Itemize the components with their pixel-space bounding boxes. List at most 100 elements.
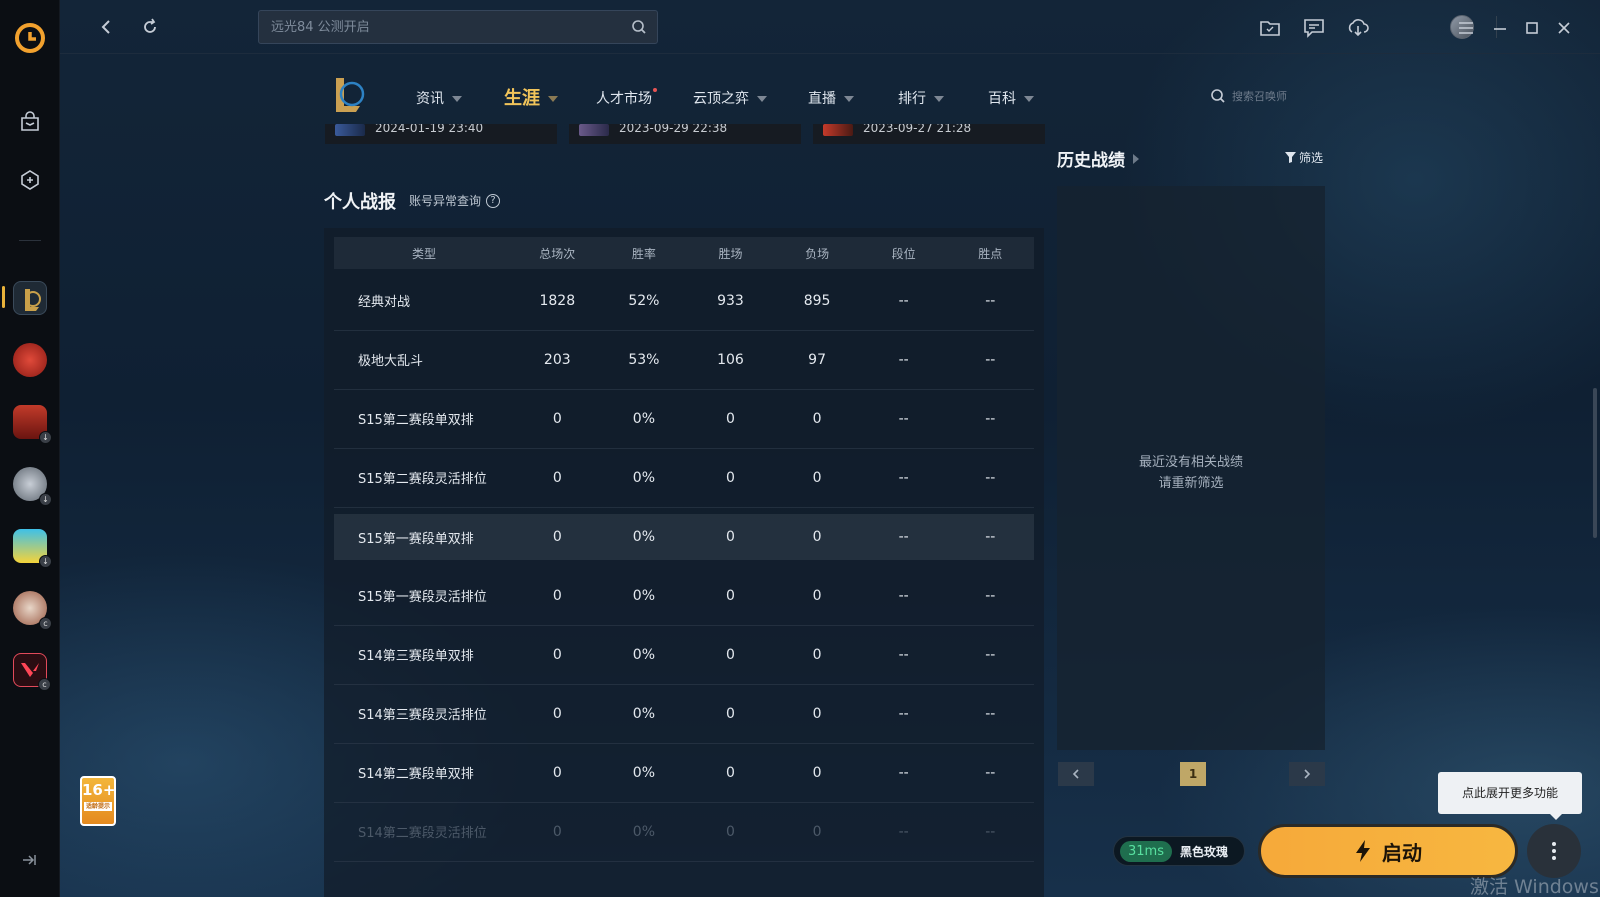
card-thumbnail <box>823 124 853 136</box>
close-icon[interactable] <box>1552 16 1576 40</box>
more-vertical-icon <box>1552 842 1556 860</box>
empty-line-1: 最近没有相关战绩 <box>1138 455 1243 470</box>
prev-page-button[interactable] <box>1058 762 1094 786</box>
row-cell: 0 <box>812 823 822 840</box>
download-icon[interactable] <box>1346 16 1370 40</box>
menu-icon[interactable] <box>1454 16 1478 40</box>
row-cell: 0 <box>812 410 822 427</box>
table-row[interactable]: S14第三赛段单双排 0 0% 0 0 -- -- <box>334 625 1034 685</box>
history-title[interactable]: 历史战绩 <box>1057 146 1139 171</box>
folder-icon[interactable] <box>1258 16 1282 40</box>
page-scrollbar[interactable] <box>1593 388 1597 538</box>
app-logo-icon[interactable] <box>14 22 46 54</box>
chevron-down-icon <box>844 96 854 102</box>
current-page[interactable]: 1 <box>1180 762 1206 786</box>
tab-talent-market[interactable]: 人才市场 <box>596 88 657 108</box>
row-type: S14第二赛段灵活排位 <box>358 826 487 841</box>
lol-logo-icon[interactable] <box>330 74 368 116</box>
table-row[interactable]: 经典对战 1828 52% 933 895 -- -- <box>334 271 1034 331</box>
history-title-label: 历史战绩 <box>1057 151 1125 171</box>
row-cell: -- <box>985 823 996 840</box>
chevron-down-icon <box>452 96 462 102</box>
video-card[interactable]: 2023-09-27 21:28 <box>813 124 1045 144</box>
table-row[interactable]: S14第二赛段灵活排位 0 0% 0 0 -- -- <box>334 802 1034 862</box>
rail-game-cf[interactable] <box>10 340 50 380</box>
valorant-game-icon: c <box>13 653 51 691</box>
chevron-down-icon <box>934 96 944 102</box>
table-row[interactable]: 极地大乱斗 203 53% 106 97 -- -- <box>334 330 1034 390</box>
store-icon[interactable] <box>10 102 50 142</box>
row-cell: 0 <box>552 410 562 427</box>
table-row[interactable]: S14第三赛段灵活排位 0 0% 0 0 -- -- <box>334 684 1034 744</box>
help-icon[interactable]: ? <box>486 193 501 208</box>
cloud-badge-icon: c <box>39 617 52 630</box>
filter-button[interactable]: 筛选 <box>1285 149 1323 166</box>
more-options-button[interactable] <box>1527 824 1581 878</box>
rail-game-pubg[interactable]: c <box>10 588 52 630</box>
summoner-search[interactable]: 搜索召唤师 <box>1210 88 1287 104</box>
rail-game-cfhd[interactable]: ↓ <box>10 464 52 506</box>
table-row[interactable]: S14第二赛段单双排 0 0% 0 0 -- -- <box>334 743 1034 803</box>
message-icon[interactable] <box>1302 16 1326 40</box>
game-center-icon[interactable] <box>10 160 50 200</box>
row-cell: 0 <box>812 587 822 604</box>
row-cell: -- <box>985 469 996 486</box>
table-row[interactable]: S15第二赛段单双排 0 0% 0 0 -- -- <box>334 389 1034 449</box>
server-selector[interactable]: 31ms 黑色玫瑰 <box>1113 836 1245 866</box>
age-rating-label: 16+ <box>82 781 116 799</box>
age-rating-badge[interactable]: 16+ 适龄提示 <box>80 776 116 826</box>
account-issue-link[interactable]: 账号异常查询 ? <box>409 192 501 209</box>
row-cell: 0 <box>812 469 822 486</box>
col-lp: 胜点 <box>978 246 1003 261</box>
chevron-down-icon <box>548 96 558 102</box>
history-empty-message: 最近没有相关战绩 请重新筛选 <box>1057 452 1325 494</box>
search-icon[interactable] <box>631 19 647 39</box>
row-cell: -- <box>898 764 909 781</box>
video-card[interactable]: 2024-01-19 23:40 <box>325 124 557 144</box>
table-row[interactable]: S15第一赛段灵活排位 0 0% 0 0 -- -- <box>334 566 1034 626</box>
tab-career-label: 生涯 <box>504 88 540 109</box>
download-badge-icon: ↓ <box>39 493 52 506</box>
col-type: 类型 <box>411 246 436 261</box>
launch-label: 启动 <box>1382 840 1422 865</box>
tab-tft[interactable]: 云顶之弈 <box>693 88 767 108</box>
search-icon <box>1211 89 1225 103</box>
row-cell: 0 <box>726 646 735 663</box>
collapse-rail-icon[interactable] <box>20 851 38 869</box>
launch-button[interactable]: 启动 <box>1258 824 1518 878</box>
row-cell: 0 <box>552 764 562 781</box>
row-type: S15第一赛段灵活排位 <box>358 590 487 605</box>
back-arrow-icon <box>101 20 110 34</box>
table-row[interactable]: S15第二赛段灵活排位 0 0% 0 0 -- -- <box>334 448 1034 508</box>
tab-ranking[interactable]: 排行 <box>898 88 944 108</box>
table-row[interactable]: S15第一赛段单双排 0 0% 0 0 -- -- <box>334 514 1034 560</box>
rail-game-qq[interactable]: ↓ <box>10 526 52 568</box>
card-thumbnail <box>335 124 365 136</box>
tab-ranking-label: 排行 <box>898 91 926 107</box>
filter-label: 筛选 <box>1299 151 1324 165</box>
refresh-button[interactable] <box>138 15 162 39</box>
tab-news[interactable]: 资讯 <box>416 88 462 108</box>
row-type: S15第二赛段灵活排位 <box>358 472 487 487</box>
row-cell: -- <box>898 529 909 545</box>
back-button[interactable] <box>94 15 118 39</box>
download-badge-icon: ↓ <box>39 555 52 568</box>
minimize-icon[interactable] <box>1488 16 1512 40</box>
rail-game-valorant[interactable]: c <box>10 650 51 691</box>
tab-wiki[interactable]: 百科 <box>988 88 1034 108</box>
cf-game-icon <box>13 343 47 377</box>
tab-career[interactable]: 生涯 <box>504 84 558 110</box>
rail-game-nba[interactable]: ↓ <box>10 402 52 444</box>
row-cell: 0% <box>632 705 655 722</box>
rail-game-lol[interactable] <box>10 278 50 318</box>
video-card[interactable]: 2023-09-29 22:38 <box>569 124 801 144</box>
row-cell: 0 <box>552 705 562 722</box>
tab-live[interactable]: 直播 <box>808 88 854 108</box>
maximize-icon[interactable] <box>1520 16 1544 40</box>
row-cell: -- <box>985 292 996 309</box>
next-page-button[interactable] <box>1289 762 1325 786</box>
tab-talent-market-label: 人才市场 <box>596 91 652 107</box>
tab-live-label: 直播 <box>808 91 836 107</box>
ping-badge: 31ms <box>1120 840 1172 862</box>
search-input[interactable] <box>259 11 619 43</box>
